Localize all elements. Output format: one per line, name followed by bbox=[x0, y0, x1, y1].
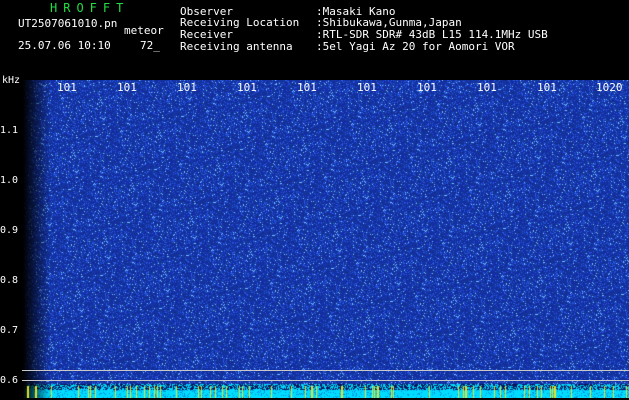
baseline-line bbox=[22, 370, 629, 371]
x-tick: 101 bbox=[537, 81, 557, 94]
y-tick: 1.1 bbox=[0, 125, 19, 136]
filename-label: UT2507061010.pn bbox=[18, 17, 118, 30]
app-title: HROFFT bbox=[50, 1, 130, 15]
x-tick: 101 bbox=[357, 81, 377, 94]
count-label: 72_ bbox=[140, 39, 160, 52]
x-tick: 101 bbox=[297, 81, 317, 94]
y-tick: 0.7 bbox=[0, 325, 19, 336]
y-tick: 1.0 bbox=[0, 175, 19, 186]
spectrogram bbox=[22, 80, 629, 398]
x-tick: 101 bbox=[117, 81, 137, 94]
datetime-label: 25.07.06 10:10 bbox=[18, 39, 111, 52]
y-tick: 0.6 bbox=[0, 375, 19, 386]
y-unit-label: kHz bbox=[2, 75, 21, 86]
x-tick: 101 bbox=[57, 81, 77, 94]
antenna-value: :5el Yagi Az 20 for Aomori VOR bbox=[316, 40, 515, 53]
y-tick: 0.9 bbox=[0, 225, 19, 236]
x-tick: 101 bbox=[477, 81, 497, 94]
x-tick: 1020 bbox=[596, 81, 623, 94]
x-tick: 101 bbox=[177, 81, 197, 94]
baseline-line-2 bbox=[22, 380, 629, 381]
x-tick: 101 bbox=[237, 81, 257, 94]
y-tick: 0.8 bbox=[0, 275, 19, 286]
antenna-label: Receiving antenna bbox=[180, 40, 293, 53]
x-tick: 101 bbox=[417, 81, 437, 94]
mode-label: meteor bbox=[124, 24, 164, 37]
hrofft-window: HROFFT UT2507061010.pn meteor 25.07.06 1… bbox=[0, 0, 629, 400]
